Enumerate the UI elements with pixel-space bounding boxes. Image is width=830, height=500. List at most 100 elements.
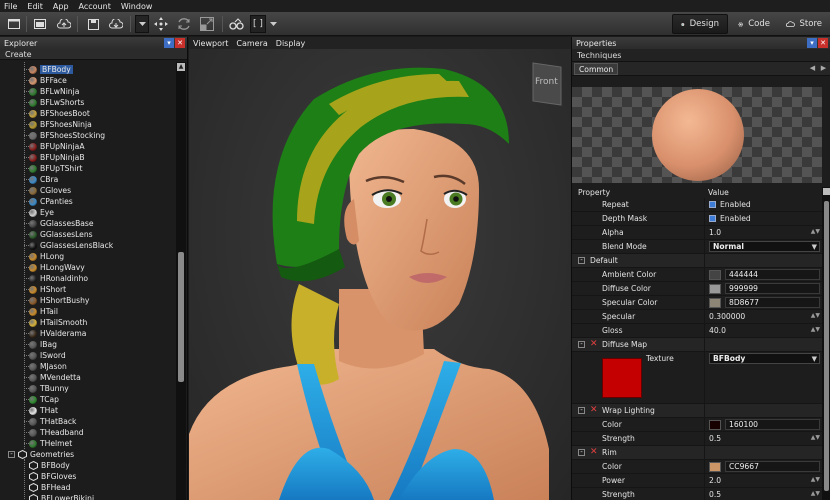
design-mode-button[interactable]: Design	[672, 14, 728, 34]
cloud-save-icon[interactable]	[108, 15, 124, 33]
scroll-thumb[interactable]	[178, 252, 184, 382]
viewport-menu-viewport[interactable]: Viewport	[193, 39, 228, 48]
save-icon[interactable]	[85, 15, 101, 33]
panel-menu-icon[interactable]: ▾	[164, 38, 174, 48]
property-group[interactable]: - ✕ Rim	[572, 446, 822, 460]
material-preview[interactable]	[572, 87, 822, 183]
color-hex-input[interactable]: 444444	[725, 269, 820, 280]
remove-icon[interactable]: ✕	[590, 339, 598, 349]
color-hex-input[interactable]: CC9667	[725, 461, 820, 472]
camera-focus-icon[interactable]	[228, 15, 246, 33]
tree-item-material[interactable]: MJason	[29, 361, 67, 372]
collapse-toggle-icon[interactable]: -	[578, 449, 585, 456]
number-value[interactable]: 1.0	[709, 228, 721, 237]
view-cube[interactable]: Front	[527, 59, 567, 107]
tree-item-material[interactable]: BFLwNinja	[29, 86, 79, 97]
scroll-thumb[interactable]	[824, 201, 829, 491]
texture-select[interactable]: BFBody ▼	[709, 353, 820, 364]
menu-app[interactable]: App	[53, 2, 69, 11]
viewport-menu-camera[interactable]: Camera	[236, 39, 267, 48]
spinner-arrows-icon[interactable]: ▲▼	[811, 326, 820, 333]
tree-item-material[interactable]: HLongWavy	[29, 262, 85, 273]
new-project-icon[interactable]	[6, 15, 22, 33]
tree-item-material[interactable]: GGlassesLensBlack	[29, 240, 113, 251]
tree-item-material[interactable]: ISword	[29, 350, 66, 361]
tree-item-geometry[interactable]: BFGloves	[29, 471, 76, 482]
property-group[interactable]: - ✕ Diffuse Map	[572, 338, 822, 352]
property-group[interactable]: - Default	[572, 254, 822, 268]
tree-item-material[interactable]: THelmet	[29, 438, 72, 449]
rotate-tool-icon[interactable]	[175, 15, 193, 33]
remove-icon[interactable]: ✕	[590, 405, 598, 415]
checkbox[interactable]	[709, 201, 716, 208]
tree-item-material[interactable]: Eye	[29, 207, 54, 218]
tree-item-material[interactable]: CPanties	[29, 196, 73, 207]
tree-item-material[interactable]: HRonaldinho	[29, 273, 88, 284]
color-hex-input[interactable]: 999999	[725, 283, 820, 294]
tree-item-material[interactable]: BFUpNinjaB	[29, 152, 85, 163]
remove-icon[interactable]: ✕	[590, 447, 598, 457]
texture-thumbnail[interactable]	[602, 358, 642, 398]
store-mode-button[interactable]: Store	[778, 14, 830, 34]
spinner-arrows-icon[interactable]: ▲▼	[811, 228, 820, 235]
scale-tool-icon[interactable]	[198, 15, 216, 33]
cloud-open-icon[interactable]	[56, 15, 72, 33]
tree-item-material[interactable]: BFShoesNinja	[29, 119, 92, 130]
tree-item-material[interactable]: THeadband	[29, 427, 84, 438]
tree-item-material[interactable]: HLong	[29, 251, 64, 262]
tree-item-material[interactable]: HTail	[29, 306, 58, 317]
tree-item-material[interactable]: MVendetta	[29, 372, 81, 383]
tree-item-geometry[interactable]: BFHead	[29, 482, 70, 493]
tree-item-material[interactable]: HShort	[29, 284, 66, 295]
color-swatch[interactable]	[709, 419, 721, 430]
number-value[interactable]: 2.0	[709, 476, 721, 485]
number-value[interactable]: 0.300000	[709, 312, 745, 321]
tree-item-material[interactable]: HValderama	[29, 328, 86, 339]
property-group[interactable]: - ✕ Wrap Lighting	[572, 404, 822, 418]
color-swatch[interactable]	[709, 297, 721, 308]
menu-window[interactable]: Window	[121, 2, 153, 11]
tree-item-geometry[interactable]: BFBody	[29, 460, 70, 471]
tab-next-icon[interactable]: ▶	[819, 64, 828, 73]
spinner-arrows-icon[interactable]: ▲▼	[811, 490, 820, 497]
tree-item-geometry[interactable]: BFLowerBikini	[29, 493, 94, 500]
tree-item-material[interactable]: HTailSmooth	[29, 317, 87, 328]
collapse-toggle-icon[interactable]: -	[8, 451, 15, 458]
color-swatch[interactable]	[709, 461, 721, 472]
tree-item-material[interactable]: THatBack	[29, 416, 76, 427]
tab-prev-icon[interactable]: ◀	[808, 64, 817, 73]
explorer-scrollbar[interactable]: ▲	[176, 62, 186, 500]
scene-tree[interactable]: BFBody BFFace BFLwNinja BFLwShorts BFShoesBo…	[0, 62, 176, 500]
collapse-toggle-icon[interactable]: -	[578, 257, 585, 264]
number-value[interactable]: 0.5	[709, 434, 721, 443]
tree-item-material[interactable]: GGlassesLens	[29, 229, 93, 240]
panel-menu-icon[interactable]: ▾	[807, 38, 817, 48]
viewport-panel[interactable]: Viewport Camera Display Front	[189, 37, 571, 500]
select-dropdown-icon[interactable]	[135, 15, 149, 33]
collapse-toggle-icon[interactable]: -	[578, 407, 585, 414]
collapse-toggle-icon[interactable]: -	[578, 341, 585, 348]
menu-file[interactable]: File	[4, 2, 17, 11]
blend-mode-select[interactable]: Normal ▼	[709, 241, 820, 252]
explorer-create[interactable]: Create	[0, 49, 187, 60]
spinner-arrows-icon[interactable]: ▲▼	[811, 434, 820, 441]
menu-account[interactable]: Account	[79, 2, 111, 11]
tree-item-material[interactable]: TBunny	[29, 383, 69, 394]
tab-common[interactable]: Common	[574, 63, 619, 75]
tree-item-material[interactable]: BFUpNinjaA	[29, 141, 85, 152]
checkbox[interactable]	[709, 215, 716, 222]
menu-edit[interactable]: Edit	[27, 2, 43, 11]
viewport-canvas[interactable]	[189, 49, 571, 500]
new-scene-icon[interactable]	[32, 15, 48, 33]
scroll-up-icon[interactable]	[823, 188, 830, 195]
tree-item-material[interactable]: BFLwShorts	[29, 97, 84, 108]
spinner-arrows-icon[interactable]: ▲▼	[811, 312, 820, 319]
number-value[interactable]: 0.5	[709, 490, 721, 499]
color-hex-input[interactable]: 8D8677	[725, 297, 820, 308]
close-icon[interactable]: ✕	[818, 38, 828, 48]
tree-item-material[interactable]: CGloves	[29, 185, 71, 196]
tree-group-geometries[interactable]: - Geometries	[8, 449, 74, 460]
spinner-arrows-icon[interactable]: ▲▼	[811, 476, 820, 483]
tree-item-material[interactable]: BFFace	[29, 75, 67, 86]
code-mode-button[interactable]: Code	[730, 14, 778, 34]
